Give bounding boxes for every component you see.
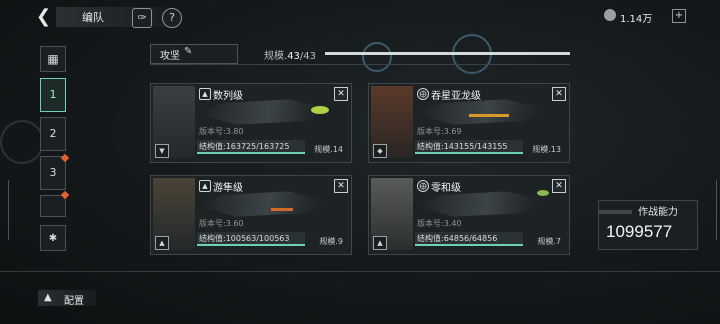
fleet-slot-label: 3 <box>49 166 57 179</box>
ship-version: 版本号:3.40 <box>417 219 462 228</box>
fleet-config-icon: ▲ <box>44 292 52 303</box>
left-bracket-decor <box>8 180 13 240</box>
ship-class-icon: ⨁ <box>417 180 429 192</box>
combat-power-label: 作战能力 <box>638 207 678 218</box>
help-icon[interactable]: ? <box>162 8 182 28</box>
rank-badge-icon: ▲ <box>155 236 169 250</box>
rank-badge-icon: ▼ <box>155 144 169 158</box>
page-title: 编队 <box>82 11 104 24</box>
rank-badge-icon: ◆ <box>373 144 387 158</box>
ship-class-icon: ▲ <box>199 180 211 192</box>
combat-power-value: 1099577 <box>606 222 673 241</box>
config-label: 配置 <box>64 296 84 307</box>
ship-scale: 规模.13 <box>532 145 561 154</box>
fleet-scale-label: 规模. <box>264 51 288 62</box>
structure-bar: 结构值:64856/64856 <box>415 232 523 246</box>
ship-scale: 规模.14 <box>314 145 343 154</box>
ship-name: 零和级 <box>431 183 461 194</box>
rank-badge-icon: ▲ <box>373 236 387 250</box>
currency-icon <box>604 9 616 21</box>
background <box>0 0 720 324</box>
right-bracket-decor <box>706 180 717 240</box>
ship-name: 数列级 <box>213 91 243 102</box>
fleet-slot-4[interactable] <box>40 195 66 217</box>
structure-fill <box>197 244 305 246</box>
ship-card[interactable]: ◆ ⨁ 吞星亚龙级 ✕ 版本号:3.69 结构值:143155/143155 规… <box>368 83 570 163</box>
ship-trim <box>271 208 293 211</box>
fleet-scale-bar <box>325 52 570 55</box>
ship-version: 版本号:3.60 <box>199 219 244 228</box>
decor-ring <box>0 120 44 164</box>
structure-value: 结构值:163725/163725 <box>199 142 290 151</box>
structure-bar: 结构值:100563/100563 <box>197 232 305 246</box>
engine-glow <box>311 106 329 114</box>
structure-bar: 结构值:143155/143155 <box>415 140 523 154</box>
ship-class-icon: ⨁ <box>417 88 429 100</box>
grid-view-button[interactable]: ▦ <box>40 46 66 72</box>
structure-value: 结构值:100563/100563 <box>199 234 290 243</box>
structure-value: 结构值:64856/64856 <box>417 234 498 243</box>
ship-name: 游隼级 <box>213 183 243 194</box>
engine-glow <box>537 190 549 196</box>
fleet-slot-3[interactable]: 3 <box>40 156 66 190</box>
ship-scale: 规模.7 <box>537 237 561 246</box>
structure-bar: 结构值:163725/163725 <box>197 140 305 154</box>
add-currency-button[interactable]: + <box>672 9 686 23</box>
grid-icon: ▦ <box>47 52 59 66</box>
emblem-icon: ✱ <box>48 233 58 244</box>
chevron-left-icon[interactable]: ❮ <box>36 8 52 26</box>
structure-value: 结构值:143155/143155 <box>417 142 508 151</box>
remove-ship-button[interactable]: ✕ <box>334 179 348 193</box>
fleet-slot-label: 2 <box>49 127 57 140</box>
structure-fill <box>415 152 523 154</box>
fleet-emblem-button[interactable]: ✱ <box>40 225 66 251</box>
ship-card[interactable]: ▲ ▲ 游隼级 ✕ 版本号:3.60 结构值:100563/100563 规模.… <box>150 175 352 255</box>
panel-decor <box>598 210 632 214</box>
fleet-slot-1[interactable]: 1 <box>40 78 66 112</box>
ship-scale: 规模.9 <box>319 237 343 246</box>
fleet-slot-label: 1 <box>49 88 57 101</box>
ship-class-icon: ▲ <box>199 88 211 100</box>
fleet-slot-2[interactable]: 2 <box>40 117 66 151</box>
feather-icon[interactable]: ✑ <box>132 8 152 28</box>
fleet-scale: 规模.43/43 <box>264 47 316 62</box>
fleet-name: 攻坚 <box>160 51 180 62</box>
fleet-scale-current: 43 <box>287 51 300 62</box>
ship-card[interactable]: ▲ ⨁ 零和级 ✕ 版本号:3.40 结构值:64856/64856 规模.7 <box>368 175 570 255</box>
ship-name: 吞星亚龙级 <box>431 91 481 102</box>
structure-fill <box>415 244 523 246</box>
remove-ship-button[interactable]: ✕ <box>552 179 566 193</box>
decor-ring <box>362 42 392 72</box>
currency-amount: 1.14万 <box>620 14 653 25</box>
ship-trim <box>469 114 509 117</box>
fleet-scale-max: 43 <box>303 51 317 62</box>
structure-fill <box>197 152 305 154</box>
bottom-divider <box>0 271 720 272</box>
ship-card[interactable]: ▼ ▲ 数列级 ✕ 版本号:3.80 结构值:163725/163725 规模.… <box>150 83 352 163</box>
pencil-icon[interactable]: ✎ <box>184 46 192 57</box>
remove-ship-button[interactable]: ✕ <box>334 87 348 101</box>
ship-version: 版本号:3.80 <box>199 127 244 136</box>
remove-ship-button[interactable]: ✕ <box>552 87 566 101</box>
top-bar: ❮ 编队 ✑ ? 1.14万 + <box>0 0 720 34</box>
header-divider <box>150 64 570 65</box>
ship-version: 版本号:3.69 <box>417 127 462 136</box>
